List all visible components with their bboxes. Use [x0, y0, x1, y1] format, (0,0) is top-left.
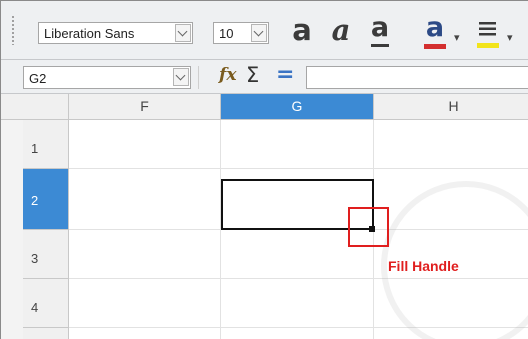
equals-icon[interactable]: = [276, 62, 294, 87]
font-color-button[interactable]: a [421, 13, 449, 49]
underline-button[interactable]: a [365, 13, 395, 49]
cell-f1[interactable] [69, 120, 221, 169]
row-header-2[interactable]: 2 [23, 169, 69, 230]
spreadsheet-window: Liberation Sans 10 a a a a ▾ ▾ G2 fx Σ =… [0, 0, 528, 339]
cell-f4[interactable] [69, 279, 221, 328]
formula-bar-separator [198, 66, 199, 89]
cell-f5[interactable] [69, 328, 221, 339]
align-lines-icon [479, 22, 496, 38]
column-header-g[interactable]: G [221, 94, 374, 119]
cell-g4[interactable] [221, 279, 374, 328]
cell-f2[interactable] [69, 169, 221, 230]
function-wizard-icon[interactable]: fx [219, 65, 236, 85]
font-size-combo[interactable]: 10 [213, 22, 269, 44]
row-header-1[interactable]: 1 [23, 120, 69, 169]
toolbar-grip[interactable] [11, 15, 15, 45]
column-header-f[interactable]: F [69, 94, 221, 119]
cell-g1[interactable] [221, 120, 374, 169]
formula-bar: G2 fx Σ = [1, 60, 528, 94]
italic-icon: a [331, 13, 351, 47]
formula-input[interactable] [306, 66, 528, 89]
underline-bar [371, 44, 389, 47]
fill-handle-highlight-box [348, 207, 389, 247]
font-color-icon: a [425, 12, 445, 43]
underline-icon: a [370, 12, 390, 43]
highlight-color-swatch [477, 43, 499, 48]
highlight-dropdown-icon[interactable]: ▾ [507, 31, 513, 44]
formatting-toolbar: Liberation Sans 10 a a a a ▾ ▾ [1, 1, 528, 60]
select-all-corner[interactable] [23, 94, 69, 119]
italic-button[interactable]: a [326, 13, 356, 49]
name-box-dropdown[interactable] [173, 68, 189, 86]
cell-g5[interactable] [221, 328, 374, 339]
sum-icon[interactable]: Σ [246, 63, 259, 87]
sheet-left-margin [1, 94, 23, 339]
bold-icon: a [292, 13, 312, 47]
row-header-5[interactable] [23, 328, 69, 339]
font-color-dropdown-icon[interactable]: ▾ [454, 31, 460, 44]
column-headers: F G H [1, 94, 528, 120]
font-size-dropdown[interactable] [251, 24, 267, 42]
fill-handle-label: Fill Handle [388, 258, 459, 274]
font-name-dropdown[interactable] [175, 24, 191, 42]
font-name-value: Liberation Sans [44, 26, 135, 41]
name-box[interactable]: G2 [23, 66, 191, 89]
row-header-3[interactable]: 3 [23, 230, 69, 279]
highlight-button[interactable] [474, 13, 502, 49]
font-name-combo[interactable]: Liberation Sans [38, 22, 193, 44]
font-size-value: 10 [219, 26, 234, 41]
cell-h1[interactable] [374, 120, 528, 169]
name-box-value: G2 [29, 71, 47, 86]
font-color-swatch [424, 44, 446, 49]
column-header-h[interactable]: H [374, 94, 528, 119]
row-header-4[interactable]: 4 [23, 279, 69, 328]
cell-f3[interactable] [69, 230, 221, 279]
bold-button[interactable]: a [287, 13, 317, 49]
